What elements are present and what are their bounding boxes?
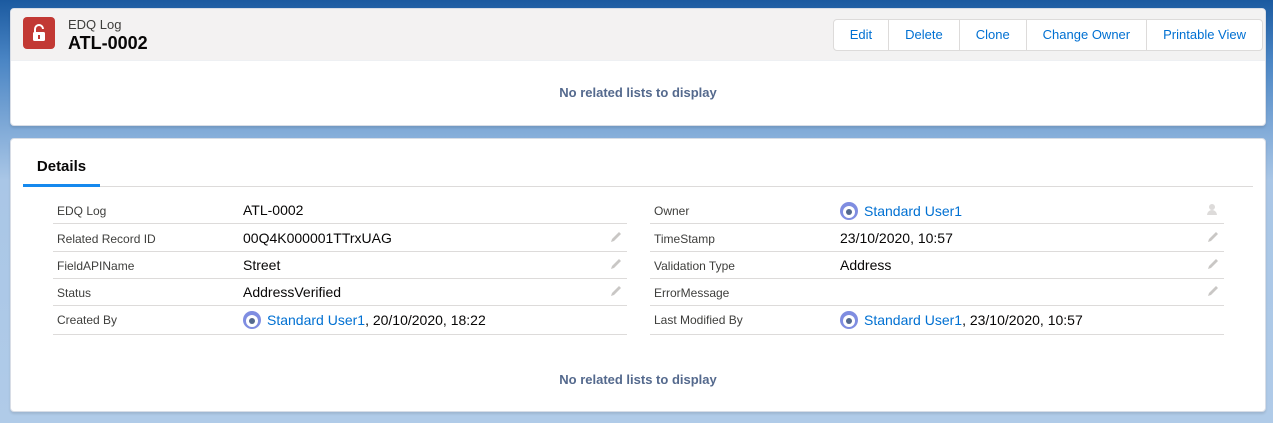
printable-view-button[interactable]: Printable View	[1146, 20, 1262, 50]
action-button-group: Edit Delete Clone Change Owner Printable…	[832, 19, 1263, 51]
field-value: Standard User1, 20/10/2020, 18:22	[243, 311, 486, 329]
no-related-lists-message: No related lists to display	[559, 372, 717, 387]
field-value-text: ATL-0002	[243, 202, 304, 218]
field-value-text: Street	[243, 257, 281, 273]
field-validation-type: Validation Type Address	[650, 252, 1224, 279]
created-by-user-link[interactable]: Standard User1	[267, 312, 365, 328]
field-value: AddressVerified	[243, 284, 341, 300]
pencil-icon[interactable]	[609, 257, 623, 271]
field-label: Status	[57, 286, 92, 300]
owner-user-link[interactable]: Standard User1	[864, 203, 962, 219]
field-status: Status AddressVerified	[53, 279, 627, 306]
field-label: FieldAPIName	[57, 259, 135, 273]
field-created-by: Created By Standard User1, 20/10/2020, 1…	[53, 306, 627, 335]
field-value: 23/10/2020, 10:57	[840, 230, 953, 246]
field-label: Validation Type	[654, 259, 735, 273]
lock-icon	[23, 17, 55, 49]
user-avatar-icon	[243, 311, 261, 329]
tab-details[interactable]: Details	[23, 151, 100, 187]
edit-button[interactable]: Edit	[833, 20, 889, 50]
field-label: ErrorMessage	[654, 286, 730, 300]
clone-button[interactable]: Clone	[958, 20, 1026, 50]
pencil-icon[interactable]	[1206, 284, 1220, 298]
field-value-text: Address	[840, 257, 892, 273]
record-title: ATL-0002	[68, 33, 148, 53]
user-avatar-icon	[840, 202, 858, 220]
field-value: Address	[840, 257, 891, 273]
delete-button[interactable]: Delete	[888, 20, 959, 50]
field-label: TimeStamp	[654, 232, 715, 246]
change-owner-icon[interactable]	[1206, 202, 1220, 216]
field-value-text: 23/10/2020, 10:57	[840, 230, 953, 246]
user-avatar-icon	[840, 311, 858, 329]
field-label: Last Modified By	[654, 313, 743, 327]
record-header-card: EDQ Log ATL-0002 Edit Delete Clone Chang…	[10, 8, 1266, 126]
pencil-icon[interactable]	[609, 284, 623, 298]
pencil-icon[interactable]	[609, 230, 623, 244]
pencil-icon[interactable]	[1206, 230, 1220, 244]
field-label: Created By	[57, 313, 118, 327]
field-errormessage: ErrorMessage	[650, 279, 1224, 306]
field-value: Standard User1, 23/10/2020, 10:57	[840, 311, 1083, 329]
field-label: EDQ Log	[57, 204, 107, 218]
field-timestamp: TimeStamp 23/10/2020, 10:57	[650, 225, 1224, 252]
field-edq-log: EDQ Log ATL-0002	[53, 197, 627, 224]
last-modified-user-link[interactable]: Standard User1	[864, 312, 962, 328]
details-card: Details EDQ Log ATL-0002 Related Record …	[10, 138, 1266, 412]
pencil-icon[interactable]	[1206, 257, 1220, 271]
field-owner: Owner Standard User1	[650, 197, 1224, 224]
field-last-modified-by: Last Modified By Standard User1, 23/10/2…	[650, 306, 1224, 335]
change-owner-button[interactable]: Change Owner	[1025, 20, 1147, 50]
no-related-lists-message: No related lists to display	[559, 85, 717, 100]
field-fieldapiname: FieldAPIName Street	[53, 252, 627, 279]
field-related-record-id: Related Record ID 00Q4K000001TTrxUAG	[53, 225, 627, 252]
field-value-text: 00Q4K000001TTrxUAG	[243, 230, 392, 246]
field-value: Standard User1	[840, 202, 962, 220]
last-modified-date-text: , 23/10/2020, 10:57	[962, 312, 1083, 328]
field-value-text: AddressVerified	[243, 284, 342, 300]
object-label: EDQ Log	[68, 17, 122, 32]
field-label: Owner	[654, 204, 690, 218]
field-value: ATL-0002	[243, 202, 303, 218]
record-header: EDQ Log ATL-0002 Edit Delete Clone Chang…	[11, 9, 1265, 61]
created-date-text: , 20/10/2020, 18:22	[365, 312, 486, 328]
field-label: Related Record ID	[57, 232, 156, 246]
field-value: Street	[243, 257, 280, 273]
field-value: 00Q4K000001TTrxUAG	[243, 230, 392, 246]
tab-bar: Details	[23, 139, 1253, 187]
